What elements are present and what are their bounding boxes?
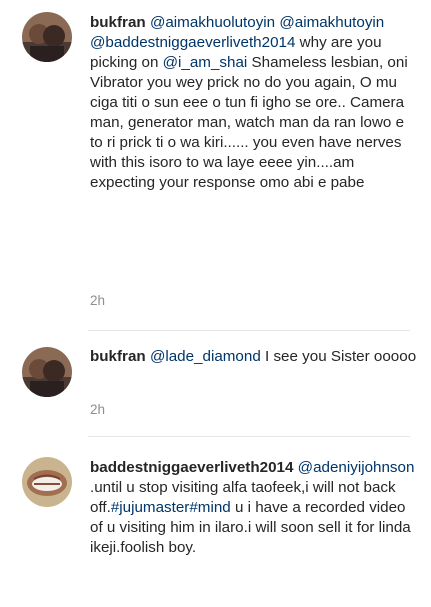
comment-body: bukfran @lade_diamond I see you Sister o…	[90, 347, 420, 367]
comment-text: Shameless lesbian, oni Vibrator you wey …	[90, 54, 408, 191]
avatar-photo-icon	[22, 347, 72, 397]
avatar[interactable]	[22, 457, 72, 507]
comment-mention[interactable]: @baddestniggaeverliveth2014	[90, 34, 295, 51]
comment-mention[interactable]: @i_am_shai	[163, 54, 248, 71]
comment-timestamp: 2h	[90, 402, 106, 417]
comment-hashtag[interactable]: #jujumaster#mind	[111, 499, 231, 516]
comment-item: baddestniggaeverliveth2014 @adeniyijohns…	[0, 437, 431, 607]
comment-username[interactable]: bukfran	[90, 348, 146, 365]
comment-item: bukfran @aimakhuolutoyin @aimakhutoyin @…	[0, 0, 431, 330]
comment-text: I see you Sister ooooo	[265, 348, 417, 365]
avatar-photo-icon	[22, 457, 72, 507]
avatar[interactable]	[22, 347, 72, 397]
comment-mention[interactable]: @lade_diamond	[150, 348, 261, 365]
avatar[interactable]	[22, 12, 72, 62]
comment-username[interactable]: bukfran	[90, 14, 146, 31]
avatar-photo-icon	[22, 12, 72, 62]
comment-item: bukfran @lade_diamond I see you Sister o…	[0, 331, 431, 433]
comment-mention[interactable]: @adeniyijohnson	[298, 459, 415, 476]
comment-username[interactable]: baddestniggaeverliveth2014	[90, 459, 293, 476]
comment-body: baddestniggaeverliveth2014 @adeniyijohns…	[90, 458, 420, 558]
comment-timestamp: 2h	[90, 293, 106, 308]
comment-body: bukfran @aimakhuolutoyin @aimakhutoyin @…	[90, 13, 420, 193]
comment-mention[interactable]: @aimakhuolutoyin	[150, 14, 275, 31]
comment-mention[interactable]: @aimakhutoyin	[279, 14, 384, 31]
